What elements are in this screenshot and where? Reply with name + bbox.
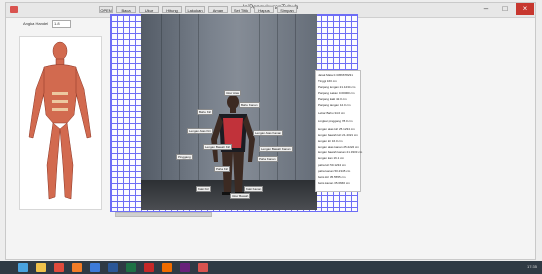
result-row: Lebar Bahu 34.0 cm bbox=[318, 111, 346, 115]
calculate-button[interactable]: Hitung bbox=[162, 6, 182, 13]
result-row: Panjang kaki 42.0 cm bbox=[318, 97, 347, 101]
result-row: Tinggi 160 cm bbox=[318, 79, 337, 83]
subject-photo-image bbox=[141, 14, 317, 210]
app-taskbar-icon[interactable] bbox=[198, 263, 208, 272]
result-row: lengan atas kanan 25.2222 cm bbox=[318, 145, 360, 149]
result-row: lengan atas kiri 25.1234 cm bbox=[318, 127, 355, 131]
result-row: paha kanan 50.2345 cm bbox=[318, 169, 351, 173]
result-row: lengan kan 16.1 cm bbox=[318, 156, 345, 160]
word-icon[interactable] bbox=[108, 263, 118, 272]
result-row: betis kanan 35.6666 cm bbox=[318, 181, 350, 185]
point-label[interactable]: Pinggang bbox=[176, 154, 193, 160]
point-label[interactable]: Paha Kiri bbox=[214, 166, 231, 172]
handle-field-input[interactable]: 1.8 bbox=[52, 20, 71, 28]
read-button[interactable]: Baca bbox=[116, 6, 136, 13]
taskbar: 17:35 bbox=[0, 261, 542, 274]
point-label[interactable]: Ukur Atas bbox=[224, 90, 242, 96]
handle-field-label: Angka Handel bbox=[23, 21, 49, 26]
result-row: lengan bawah kiri 21.4321 cm bbox=[318, 133, 358, 137]
point-label[interactable]: Kaki Kiri bbox=[196, 186, 212, 192]
point-label[interactable]: Kaki Kanan bbox=[244, 186, 264, 192]
visual-studio-icon[interactable] bbox=[180, 263, 190, 272]
result-row: lengan bawah kanan 21.3333 cm bbox=[318, 150, 363, 154]
media-player-icon[interactable] bbox=[90, 263, 100, 272]
point-label[interactable]: Ukur Bawah bbox=[230, 193, 251, 199]
result-row: betis kiri 35.5555 cm bbox=[318, 175, 346, 179]
acrobat-icon[interactable] bbox=[144, 263, 154, 272]
set-point-button[interactable]: Set Titik bbox=[231, 6, 251, 13]
point-label[interactable]: Paha Kanan bbox=[257, 156, 278, 162]
delete-button[interactable]: Hapus bbox=[254, 6, 274, 13]
point-label[interactable]: Lengan Atas Kanan bbox=[253, 130, 284, 136]
save-button[interactable]: Simpan bbox=[277, 6, 297, 13]
firefox-icon[interactable] bbox=[72, 263, 82, 272]
point-label[interactable]: Lengan Bawah Kanan bbox=[259, 146, 293, 152]
close-button[interactable]: × bbox=[516, 3, 534, 15]
horizontal-scrollbar[interactable] bbox=[115, 212, 212, 217]
chrome-icon[interactable] bbox=[54, 263, 64, 272]
maximize-button[interactable]: □ bbox=[496, 3, 514, 15]
result-row: Panjang Lakan 0.00000 cm bbox=[318, 91, 355, 95]
windows-start-icon[interactable] bbox=[18, 263, 28, 272]
perform-button[interactable]: Lakukan bbox=[185, 6, 205, 13]
result-row: Lingkar pinggang 78.0 cm bbox=[318, 119, 353, 123]
file-explorer-icon[interactable] bbox=[36, 263, 46, 272]
anatomy-figure-image bbox=[28, 41, 92, 200]
secure-button[interactable]: Aman bbox=[208, 6, 228, 13]
subject-figure bbox=[211, 95, 255, 195]
clock: 17:35 bbox=[526, 264, 537, 269]
result-row: lengan kir 16.0 cm bbox=[318, 139, 343, 143]
open-button[interactable]: OPEN bbox=[99, 6, 113, 13]
measure-button[interactable]: Ukur bbox=[139, 6, 159, 13]
result-row: Jarak Mata 0.3456678231 bbox=[318, 73, 353, 77]
point-label[interactable]: Bahu Kiri bbox=[197, 109, 214, 115]
anatomy-panel bbox=[19, 36, 102, 210]
result-row: paha kiri 50.1234 cm bbox=[318, 163, 346, 167]
point-label[interactable]: Lengan Bawah Kiri bbox=[203, 144, 233, 150]
minimize-button[interactable]: – bbox=[477, 3, 495, 15]
result-row: Panjang tangan 12.0 cm bbox=[318, 103, 351, 107]
vlc-icon[interactable] bbox=[162, 263, 172, 272]
point-label[interactable]: Lengan Atas Kiri bbox=[187, 128, 213, 134]
measurement-results-panel: Jarak Mata 0.3456678231 Tinggi 160 cm Pa… bbox=[315, 70, 363, 192]
result-row: Panjang lengan 21.1234 cm bbox=[318, 85, 356, 89]
point-label[interactable]: Bahu Kanan bbox=[239, 102, 260, 108]
excel-icon[interactable] bbox=[126, 263, 136, 272]
